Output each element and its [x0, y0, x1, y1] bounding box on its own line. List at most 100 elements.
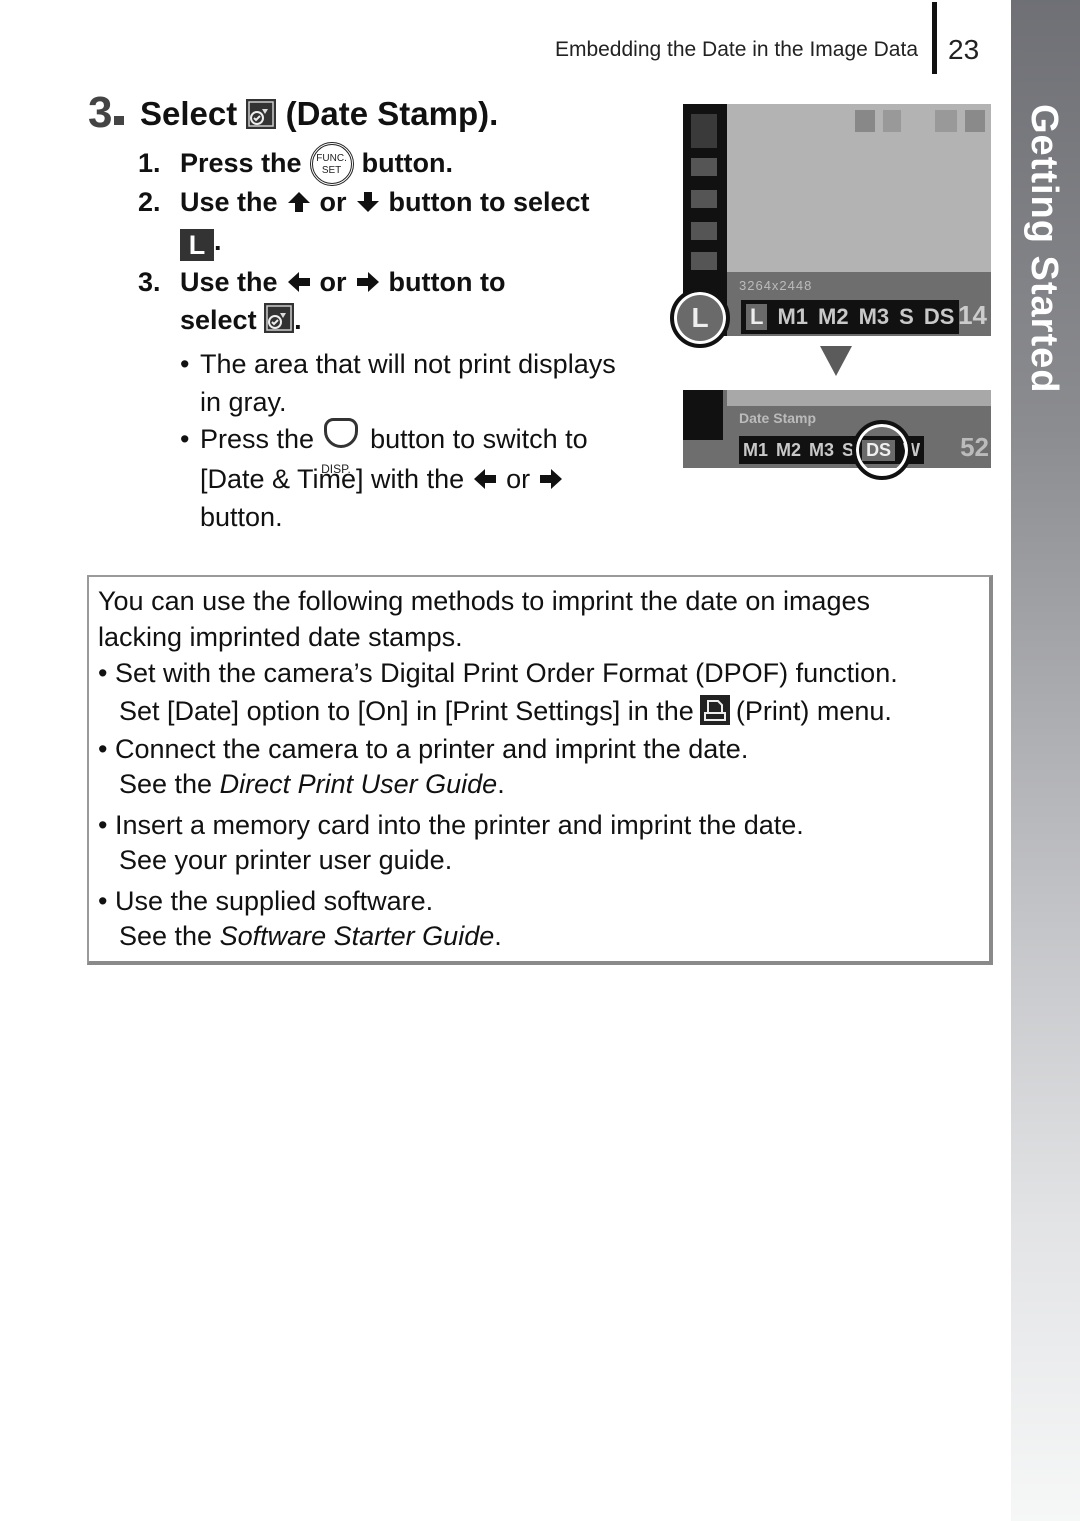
substep-2-period: .: [214, 226, 222, 256]
info-item-3: • Insert a memory card into the printer …: [98, 810, 804, 876]
down-arrow-icon: [356, 192, 379, 212]
guide-title: Direct Print User Guide: [219, 769, 498, 799]
battery-icon: [965, 110, 985, 132]
bullet-dot: •: [180, 349, 190, 379]
substep-1-text: Press the: [180, 148, 302, 178]
substep-1-text-after: button.: [361, 148, 454, 178]
size-options: L M1 M2 M3 S DS: [741, 300, 960, 334]
substep-3-number: 3.: [138, 267, 161, 297]
shots-remaining: 52: [960, 432, 989, 462]
bullet-dot: •: [98, 810, 115, 840]
menu-icon: [691, 158, 717, 176]
substep-3: 3. Use the or button to: [138, 267, 506, 298]
info-item-3-line1: Insert a memory card into the printer an…: [114, 810, 804, 840]
substep-3-or: or: [319, 267, 347, 297]
info-item-4-line2: See the: [119, 921, 213, 951]
step-title: Select (Date Stamp).: [140, 95, 498, 133]
header-divider: [932, 2, 937, 74]
highlight-circle: [670, 288, 730, 348]
resolution-text: 3264x2448: [739, 278, 813, 293]
note-1-line2: in gray.: [200, 387, 287, 417]
substep-2-or: or: [319, 187, 347, 217]
menu-icon: [691, 222, 717, 240]
note-2-text-after: button to switch to: [370, 424, 588, 454]
note-bullet-2: • Press the DISP. button to switch to [Date…: [180, 418, 588, 536]
info-item-1-line2: Set [Date] option to [On] in [Print Sett…: [119, 696, 694, 726]
note-bullet-1: • The area that will not print displays i…: [180, 345, 616, 421]
page-number: 23: [948, 34, 980, 65]
size-option[interactable]: M1: [743, 440, 768, 461]
substep-1: 1. Press the FUNC. SET button.: [138, 142, 453, 186]
date-stamp-icon: [264, 303, 295, 333]
right-arrow-icon: [356, 272, 379, 292]
size-option[interactable]: M2: [776, 440, 801, 461]
highlight-circle: [852, 420, 912, 480]
step-title-prefix: Select: [140, 95, 238, 132]
step-title-suffix: (Date Stamp).: [285, 95, 499, 132]
size-option[interactable]: M3: [859, 304, 890, 330]
disp-button-icon: DISP.: [321, 418, 362, 476]
menu-icon: [691, 252, 717, 270]
size-option[interactable]: S: [899, 304, 914, 330]
note-2-line3: button.: [200, 502, 283, 532]
camera-screen-size-menu: 3264x2448 L M1 M2 M3 S DS 14: [683, 104, 991, 336]
bullet-dot: •: [98, 734, 115, 764]
substep-3-text: Use the: [180, 267, 278, 297]
note-2-text: Press the: [200, 424, 315, 454]
info-item-4: • Use the supplied software. See the Sof…: [98, 886, 502, 952]
info-item-2-line1: Connect the camera to a printer and impr…: [114, 734, 749, 764]
step-number-dot: [114, 116, 125, 125]
info-item-4-period: .: [494, 921, 502, 951]
date-stamp-icon: [246, 99, 277, 129]
substep-2-number: 2.: [138, 187, 161, 217]
info-intro-line2: lacking imprinted date stamps.: [98, 622, 463, 652]
func-menu-sidebar: [683, 390, 723, 440]
running-header-title: Embedding the Date in the Image Data: [554, 38, 918, 61]
info-item-2-line2: See the: [119, 769, 213, 799]
size-option[interactable]: M3: [809, 440, 834, 461]
info-intro-line1: You can use the following methods to imp…: [98, 586, 870, 616]
substep-3-period: .: [294, 305, 302, 335]
menu-icon: [691, 190, 717, 208]
note-2-or: or: [506, 464, 531, 494]
substep-2-line2: L.: [180, 226, 222, 261]
substep-3-select: select: [180, 305, 257, 335]
print-icon: [699, 695, 730, 725]
size-option[interactable]: L: [746, 304, 768, 330]
disp-label: DISP.: [321, 462, 351, 476]
func-set-button-icon: FUNC. SET: [309, 142, 354, 186]
menu-icon: [691, 114, 717, 148]
camera-screen-date-stamp: Date Stamp M1 M2 M3 S DS W 52: [683, 390, 991, 468]
up-arrow-icon: [287, 192, 310, 212]
bullet-dot: •: [98, 886, 115, 916]
substep-2-text-after: button to select: [388, 187, 590, 217]
substep-3-text-after: button to: [388, 267, 506, 297]
step-number: 3: [88, 88, 125, 138]
bullet-dot: •: [98, 658, 115, 688]
info-item-4-line1: Use the supplied software.: [114, 886, 434, 916]
size-option[interactable]: M1: [777, 304, 808, 330]
size-option[interactable]: DS: [924, 304, 955, 330]
substep-2: 2. Use the or button to select: [138, 187, 590, 218]
down-triangle-icon: [820, 346, 852, 376]
step-number-text: 3: [88, 88, 113, 137]
preview-strip: [727, 390, 991, 406]
substep-3-line2: select .: [180, 303, 302, 336]
mode-text: Date Stamp: [739, 410, 817, 426]
info-item-1-line1: Set with the camera’s Digital Print Orde…: [114, 658, 898, 688]
size-option[interactable]: M2: [818, 304, 849, 330]
set-label: SET: [321, 165, 342, 176]
chapter-tab-label: Getting Started: [1023, 104, 1065, 394]
right-arrow-icon: [540, 469, 563, 489]
info-item-2: • Connect the camera to a printer and im…: [98, 734, 748, 800]
info-item-1: • Set with the camera’s Digital Print Or…: [98, 658, 898, 727]
func-label: FUNC.: [316, 153, 347, 164]
substep-1-number: 1.: [138, 148, 161, 178]
info-item-3-line2: See your printer user guide.: [119, 845, 453, 875]
shots-remaining: 14: [958, 300, 987, 330]
status-icon: [935, 110, 957, 132]
note-1-line1: The area that will not print displays: [200, 349, 616, 379]
substep-2-text: Use the: [180, 187, 278, 217]
left-arrow-icon: [287, 272, 310, 292]
status-icon: [855, 110, 875, 132]
